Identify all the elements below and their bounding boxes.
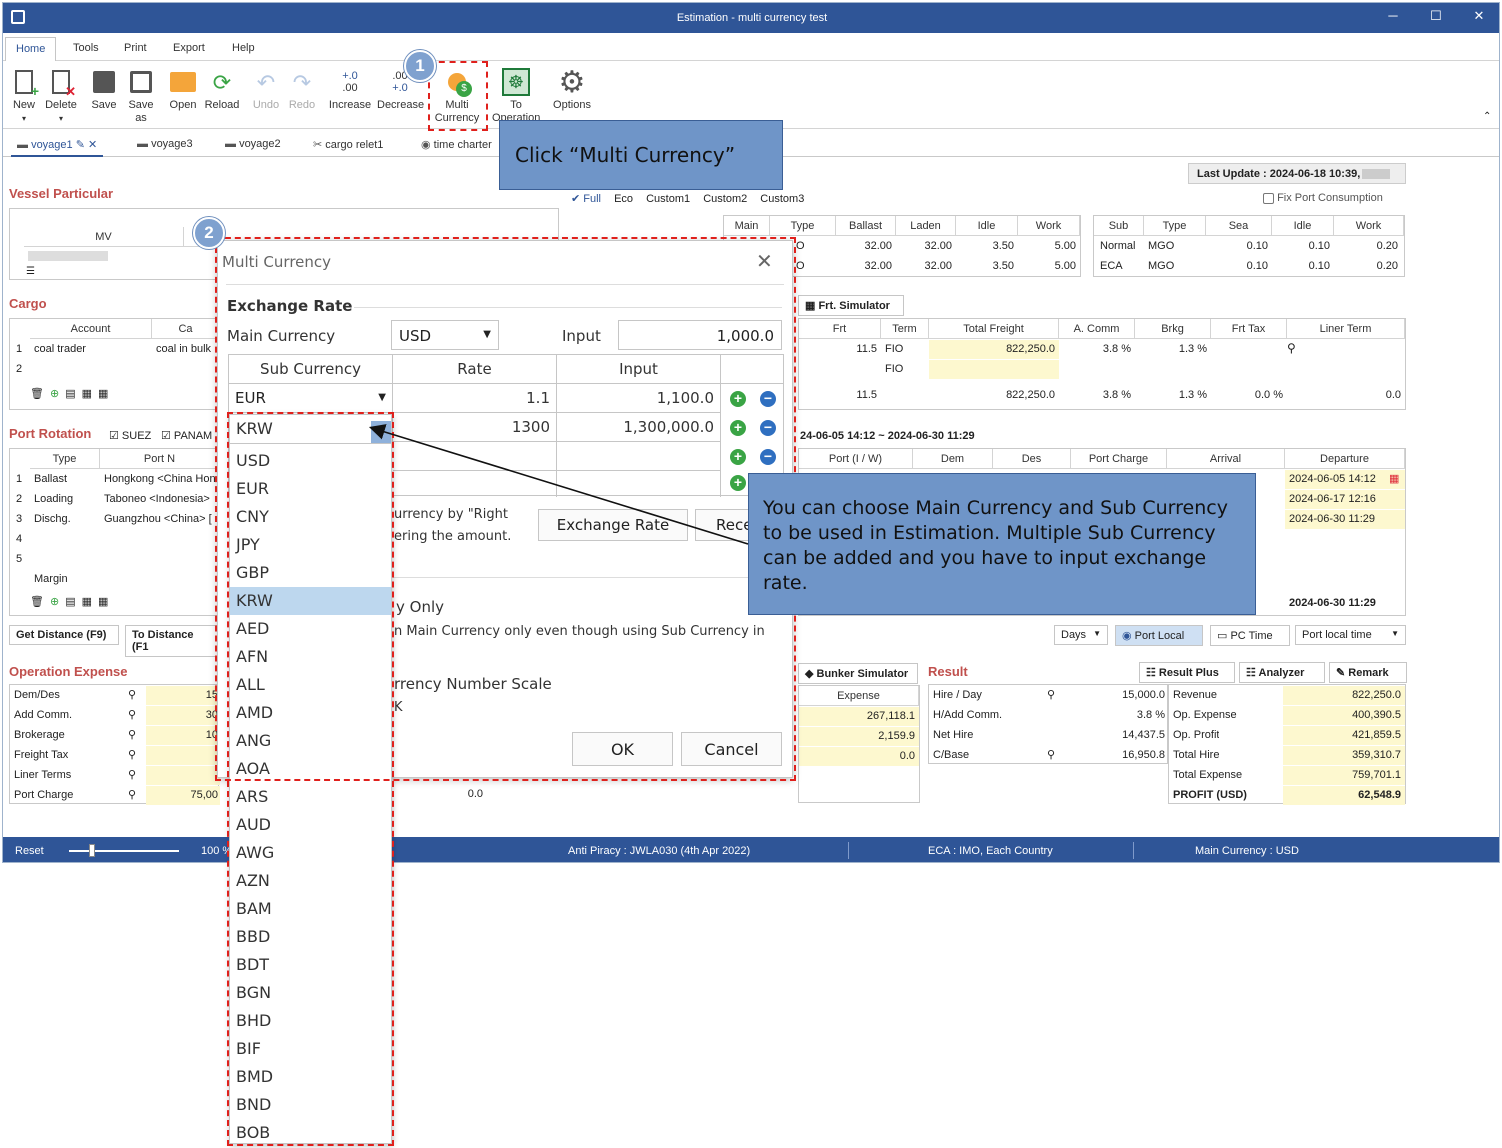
callout-arrow (368, 424, 749, 545)
